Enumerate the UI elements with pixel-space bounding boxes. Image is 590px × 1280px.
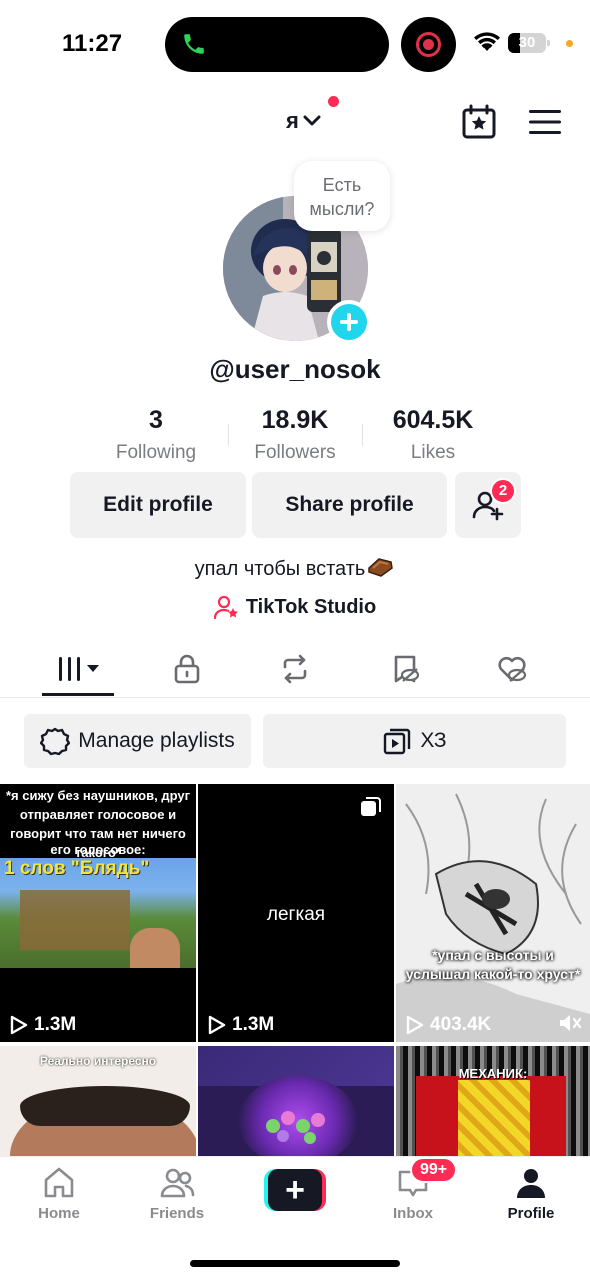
view-count: 1.3M (206, 1014, 274, 1036)
video-thumbnail[interactable]: *я сижу без наушников, друг отправляет г… (0, 784, 196, 1042)
likes-count: 604.5K (392, 406, 474, 434)
thought-bubble[interactable]: Есть мысли? (294, 161, 390, 231)
view-count-value: 1.3M (34, 1014, 77, 1035)
stat-divider (228, 424, 229, 446)
video-grid: *я сижу без наушников, друг отправляет г… (0, 784, 590, 1156)
playlist-icon (384, 728, 411, 755)
tab-videos[interactable] (54, 650, 104, 688)
username: @user_nosok (209, 354, 381, 384)
screen-recording-icon[interactable] (401, 17, 456, 72)
privacy-indicator (566, 40, 573, 47)
nav-home-label: Home (38, 1205, 80, 1222)
tab-reposts[interactable] (278, 650, 312, 688)
profile-icon (517, 1169, 545, 1198)
nav-profile-label: Profile (507, 1205, 555, 1222)
tiktok-studio-link[interactable]: TikTok Studio (0, 594, 590, 620)
play-icon (406, 1015, 424, 1035)
video-thumbnail[interactable] (198, 1046, 394, 1156)
add-avatar-button[interactable] (327, 300, 371, 344)
home-icon (44, 1167, 74, 1198)
stat-likes[interactable]: 604.5K Likes (378, 406, 488, 464)
minecraft-scene: 1 слов "Блядь" (0, 858, 196, 968)
video-caption: *упал с высоты и услышал какой-то хруст* (405, 947, 581, 982)
create-plus: + (268, 1169, 322, 1211)
active-tab-indicator (42, 693, 114, 696)
manage-playlists-label: Manage playlists (78, 729, 235, 752)
play-icon (10, 1015, 28, 1035)
nav-inbox-label: Inbox (393, 1205, 433, 1222)
nav-profile[interactable]: Profile (481, 1165, 581, 1222)
mute-icon (560, 1015, 582, 1031)
gear-icon (40, 727, 71, 756)
multi-photo-icon (361, 797, 381, 816)
stat-followers[interactable]: 18.9K Followers (240, 406, 350, 464)
battery-level: 30 (518, 34, 536, 51)
video-caption: легкая (266, 904, 326, 925)
dynamic-island[interactable] (165, 17, 389, 72)
calendar-star-icon[interactable] (461, 104, 497, 140)
friends-icon (160, 1168, 195, 1198)
tab-favorites[interactable] (388, 650, 422, 688)
manage-playlists-button[interactable]: Manage playlists (24, 714, 251, 768)
view-count: 1.3M (8, 1014, 76, 1036)
edit-profile-button[interactable]: Edit profile (70, 472, 246, 538)
video-thumbnail[interactable]: МЕХАНИК: (396, 1046, 590, 1156)
nav-friends-label: Friends (149, 1205, 205, 1222)
play-icon (208, 1015, 226, 1035)
favorites-hidden-icon (394, 655, 420, 683)
lock-icon (174, 654, 200, 684)
liked-hidden-icon (498, 656, 527, 682)
content-tabs (0, 640, 590, 698)
tab-liked[interactable] (495, 650, 529, 688)
coffin-emoji-icon (368, 558, 394, 577)
share-profile-button[interactable]: Share profile (252, 472, 447, 538)
likes-label: Likes (410, 442, 456, 463)
create-button[interactable]: + (264, 1169, 326, 1211)
stat-following[interactable]: 3 Following (96, 406, 216, 464)
repost-icon (283, 654, 307, 684)
video-thumbnail[interactable]: легкая 1.3M (198, 784, 394, 1042)
account-switcher[interactable]: я (286, 108, 321, 134)
videos-grid-icon (59, 657, 99, 681)
video-subcaption: его голосовое: (50, 842, 146, 857)
flower-pot-image (266, 1111, 325, 1144)
tab-private[interactable] (170, 650, 204, 688)
bio-text: упал чтобы встать (194, 558, 366, 580)
bio: упал чтобы встать (0, 556, 590, 581)
playlist-name: ХЗ (420, 729, 447, 752)
status-bar: 11:27 30 (0, 0, 590, 88)
following-label: Following (115, 442, 197, 463)
menu-icon[interactable] (529, 108, 561, 136)
friends-badge: 2 (490, 478, 516, 504)
wifi-icon (474, 32, 500, 51)
chevron-down-icon (303, 115, 321, 126)
view-count-value: 403.4K (430, 1014, 492, 1035)
account-name: я (286, 108, 299, 133)
view-count-value: 1.3M (232, 1014, 275, 1035)
nav-home[interactable]: Home (9, 1165, 109, 1222)
video-thumbnail[interactable]: *упал с высоты и услышал какой-то хруст*… (396, 784, 590, 1042)
video-thumbnail[interactable]: Реально интересно (0, 1046, 196, 1156)
phone-call-icon (184, 34, 204, 54)
playlist-item[interactable]: ХЗ (263, 714, 566, 768)
studio-label: TikTok Studio (245, 595, 377, 618)
video-overlay-text: 1 слов "Блядь" (4, 858, 150, 879)
notification-dot (328, 96, 339, 107)
nav-friends[interactable]: Friends (127, 1165, 227, 1222)
followers-count: 18.9K (261, 406, 329, 434)
battery-icon: 30 (508, 33, 550, 53)
stat-divider (362, 424, 363, 446)
followers-label: Followers (254, 442, 336, 463)
following-count: 3 (149, 406, 163, 434)
inbox-badge: 99+ (410, 1157, 458, 1183)
video-caption: Реально интересно (39, 1054, 157, 1068)
status-time: 11:27 (62, 30, 123, 57)
home-indicator (190, 1260, 400, 1267)
profile-stats: 3 Following 18.9K Followers 604.5K Likes (0, 406, 590, 466)
studio-icon (213, 595, 238, 620)
manga-sketch-image (396, 784, 590, 1042)
view-count: 403.4K (404, 1014, 491, 1036)
video-caption: МЕХАНИК: (458, 1066, 528, 1081)
